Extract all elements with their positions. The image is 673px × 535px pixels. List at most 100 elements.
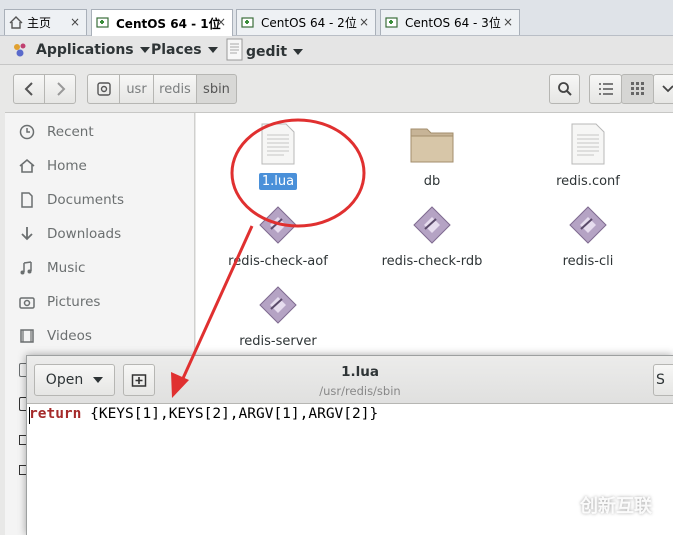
gnome-foot-icon	[12, 42, 30, 58]
file-name: redis-check-rdb	[381, 254, 483, 269]
vm-tab-bar: 主页 × CentOS 64 - 1位 × CentOS 64 - 2位 × C…	[0, 0, 673, 36]
sidebar-item-music[interactable]: Music	[5, 254, 195, 282]
executable-icon	[259, 286, 297, 324]
sidebar-item-recent[interactable]: Recent	[5, 118, 195, 146]
vm-icon	[96, 16, 112, 30]
screen: 主页 × CentOS 64 - 1位 × CentOS 64 - 2位 × C…	[0, 0, 673, 535]
watermark-logo	[541, 491, 569, 519]
file-item[interactable]: redis-check-rdb	[372, 205, 492, 270]
close-icon[interactable]: ×	[70, 15, 80, 29]
chevron-down-icon	[139, 47, 150, 53]
sidebar-item-documents[interactable]: Documents	[5, 186, 195, 214]
download-icon	[19, 226, 35, 242]
list-icon	[598, 83, 613, 95]
music-icon	[19, 260, 35, 276]
places-label: Places	[151, 42, 202, 58]
chevron-down-icon	[207, 47, 218, 53]
file-name: redis.conf	[556, 174, 620, 189]
back-button[interactable]	[14, 75, 45, 103]
chevron-right-icon	[56, 82, 65, 96]
applications-label: Applications	[36, 42, 134, 58]
new-document-button[interactable]	[123, 364, 155, 396]
drive-icon	[96, 82, 111, 96]
list-view-button[interactable]	[589, 74, 622, 104]
sidebar-item-label: Videos	[47, 328, 92, 344]
executable-icon	[413, 206, 451, 244]
vm-tab-label: CentOS 64 - 1位	[116, 16, 221, 31]
app-name-label: gedit	[246, 44, 288, 60]
grid-icon	[630, 82, 644, 95]
path-root-button[interactable]	[87, 74, 120, 104]
view-options-button[interactable]	[653, 74, 673, 104]
sidebar-item-downloads[interactable]: Downloads	[5, 220, 195, 248]
folder-icon	[410, 128, 454, 163]
file-item[interactable]: redis-cli	[528, 205, 648, 270]
close-icon[interactable]: ×	[503, 15, 513, 29]
save-button-label: S	[656, 372, 665, 388]
chevron-down-icon	[93, 377, 104, 383]
home-icon	[9, 16, 23, 29]
file-name: db	[423, 174, 441, 189]
file-item[interactable]: redis-server	[218, 285, 338, 350]
vm-tab-centos-3[interactable]: CentOS 64 - 3位 ×	[380, 9, 520, 35]
file-item[interactable]: db	[372, 123, 492, 190]
vm-tab-label: 主页	[27, 16, 52, 30]
home-icon	[19, 158, 35, 174]
vm-icon	[385, 16, 401, 30]
path-segment-label: usr	[126, 81, 147, 97]
close-icon[interactable]: ×	[216, 15, 226, 29]
sidebar-item-label: Downloads	[47, 226, 122, 242]
file-name: redis-server	[239, 334, 317, 349]
file-name: redis-cli	[562, 254, 614, 269]
code-line: return {KEYS[1],KEYS[2],ARGV[1],ARGV[2]}	[29, 406, 378, 422]
vm-icon	[241, 16, 257, 30]
save-button[interactable]: S	[653, 364, 673, 396]
sidebar-item-label: Home	[47, 158, 87, 174]
forward-button[interactable]	[45, 75, 76, 103]
gedit-app-icon	[226, 38, 244, 62]
sidebar-item-home[interactable]: Home	[5, 152, 195, 180]
app-menu[interactable]: gedit	[226, 38, 304, 62]
gedit-headerbar: Open 1.lua /usr/redis/sbin S	[27, 356, 673, 404]
grid-view-button[interactable]	[621, 74, 654, 104]
open-button[interactable]: Open	[34, 364, 115, 396]
new-tab-icon	[131, 374, 147, 387]
vm-tab-centos-1[interactable]: CentOS 64 - 1位 ×	[91, 9, 233, 36]
search-icon	[557, 82, 572, 96]
vm-tab-home[interactable]: 主页 ×	[4, 9, 87, 35]
document-path: /usr/redis/sbin	[319, 384, 401, 398]
watermark-text: 创新互联	[580, 496, 652, 517]
places-menu[interactable]: Places	[151, 42, 218, 58]
path-segment[interactable]: redis	[153, 74, 197, 104]
lua-keyword: return	[29, 406, 82, 422]
file-item[interactable]: 1.lua	[218, 123, 338, 190]
sidebar-item-pictures[interactable]: Pictures	[5, 288, 195, 316]
chevron-down-icon	[293, 49, 304, 55]
sidebar-item-label: Documents	[47, 192, 124, 208]
chevron-down-icon	[662, 85, 673, 93]
text-cursor	[29, 407, 30, 424]
file-item[interactable]: redis.conf	[528, 123, 648, 190]
code-text: {KEYS[1],KEYS[2],ARGV[1],ARGV[2]}	[81, 406, 379, 422]
document-icon	[19, 192, 35, 208]
nav-buttons	[13, 74, 76, 104]
executable-icon	[569, 206, 607, 244]
applications-menu[interactable]: Applications	[12, 42, 150, 58]
search-button[interactable]	[549, 74, 580, 104]
vm-tab-label: CentOS 64 - 3位	[405, 16, 501, 30]
video-icon	[19, 328, 35, 344]
document-title: 1.lua	[341, 364, 379, 380]
file-item[interactable]: redis-check-aof	[218, 205, 338, 270]
files-headerbar: usr redis sbin	[5, 65, 673, 113]
vm-tab-centos-2[interactable]: CentOS 64 - 2位 ×	[236, 9, 376, 35]
sidebar-item-videos[interactable]: Videos	[5, 322, 195, 350]
file-name: redis-check-aof	[228, 254, 328, 269]
sidebar-item-label: Recent	[47, 124, 94, 140]
path-segment-current[interactable]: sbin	[196, 74, 237, 104]
chevron-left-icon	[24, 82, 33, 96]
close-icon[interactable]: ×	[359, 15, 369, 29]
text-file-icon	[261, 123, 295, 165]
clock-icon	[19, 124, 35, 140]
path-segment[interactable]: usr	[119, 74, 154, 104]
executable-icon	[259, 206, 297, 244]
